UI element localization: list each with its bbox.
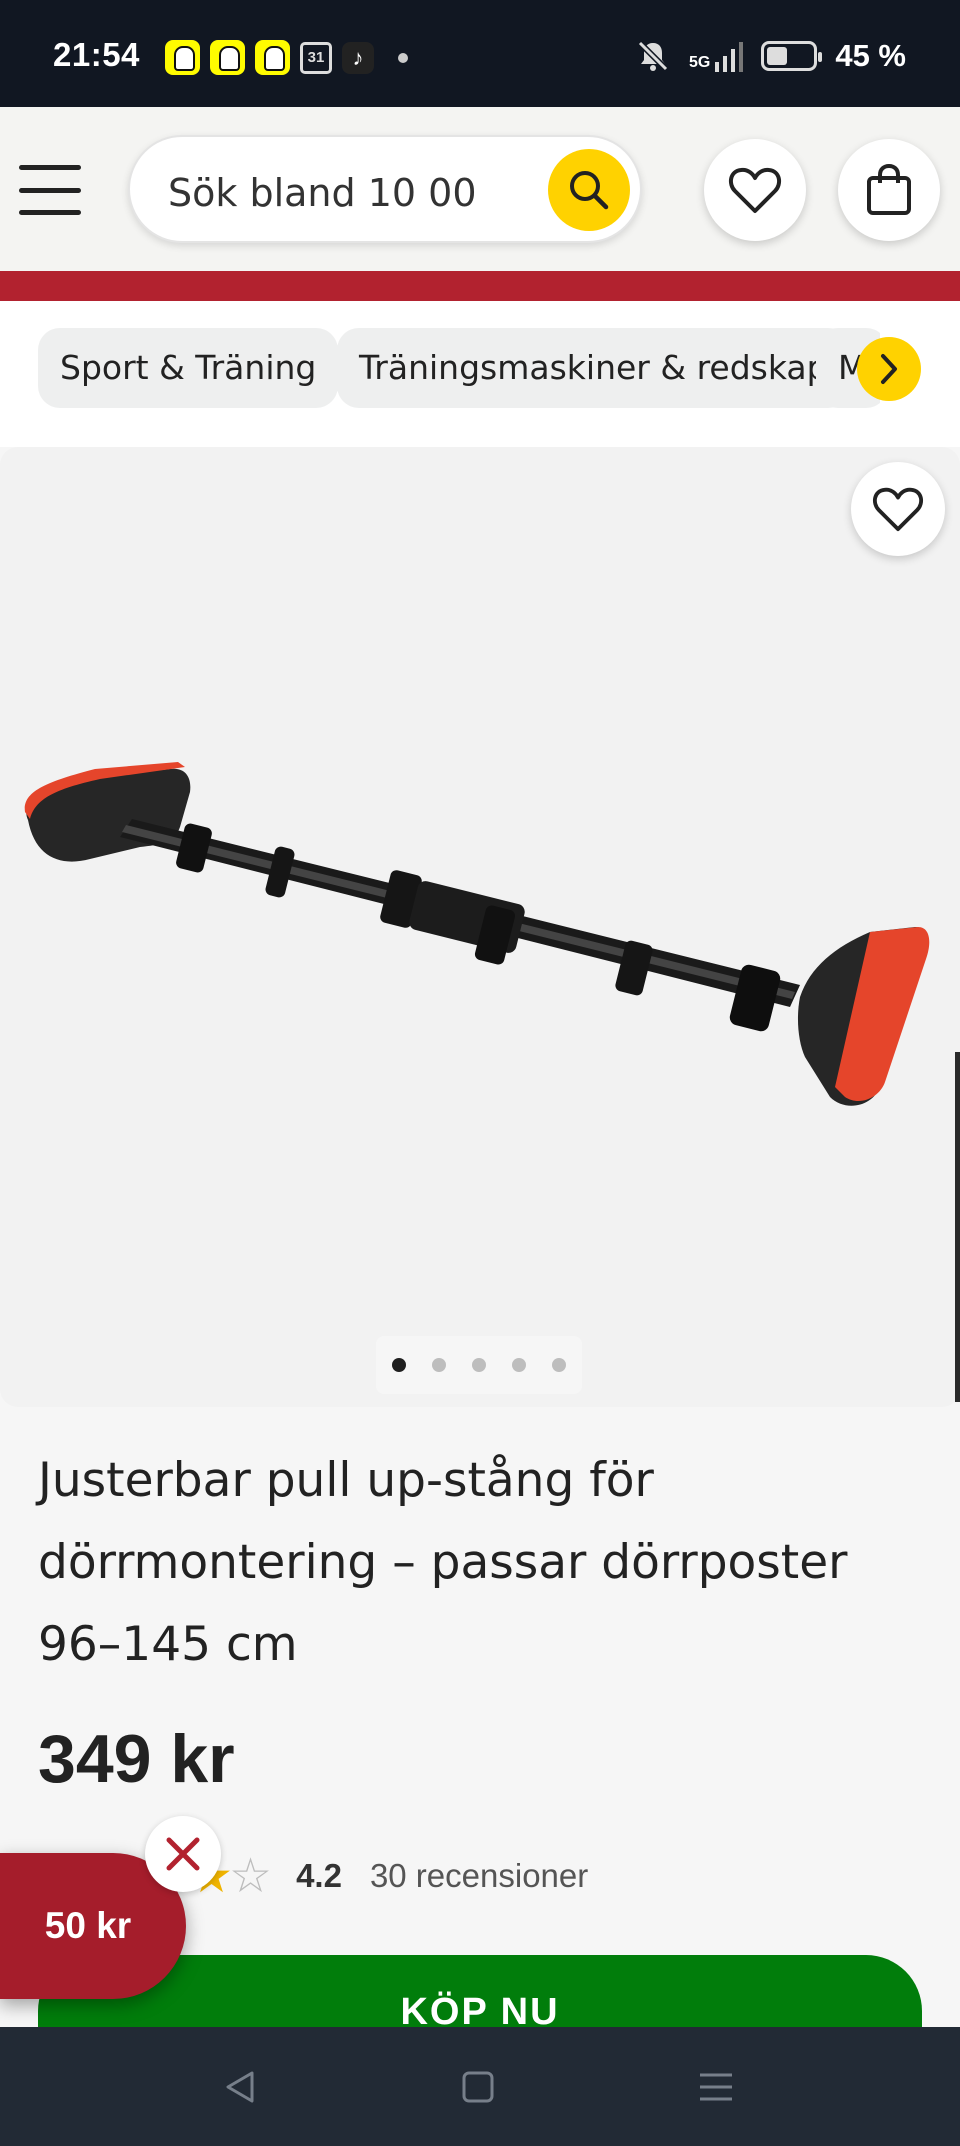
home-icon (462, 2071, 494, 2103)
image-dot-2[interactable] (432, 1358, 446, 1372)
snapchat-icon (255, 40, 290, 75)
snapchat-icon (165, 40, 200, 75)
menu-icon[interactable] (19, 165, 81, 215)
nav-home-button[interactable] (448, 2057, 508, 2117)
mute-icon (637, 40, 669, 72)
nav-back-button[interactable] (210, 2057, 270, 2117)
promo-close-button[interactable] (145, 1816, 221, 1892)
system-navigation-bar (0, 2027, 960, 2146)
search-icon (570, 171, 609, 210)
categories-next-button[interactable] (857, 337, 921, 401)
category-chip-training-machines[interactable]: Träningsmaskiner & redskap (337, 328, 850, 408)
search-input[interactable]: Sök bland 10 00 (128, 135, 642, 243)
status-bar: 21:54 31 ♪ 5G 45 % (0, 0, 960, 107)
image-pagination[interactable] (376, 1336, 582, 1394)
rating[interactable]: ★☆ 4.2 30 recensioner (190, 1848, 588, 1904)
category-chip-sport[interactable]: Sport & Träning (38, 328, 339, 408)
heart-icon (872, 487, 924, 532)
more-notifications-icon (398, 52, 408, 63)
pull-up-bar-image (24, 762, 930, 1106)
bag-icon (867, 163, 911, 215)
product-title: Justerbar pull up-stång för dörrmonterin… (38, 1453, 848, 1672)
network-type: 5G (688, 54, 711, 71)
tiktok-icon: ♪ (342, 41, 374, 74)
battery-icon (761, 41, 823, 71)
menu-icon (700, 2073, 732, 2101)
image-dot-4[interactable] (512, 1358, 526, 1372)
heart-icon (728, 167, 782, 213)
image-dot-1[interactable] (392, 1358, 406, 1372)
image-wishlist-button[interactable] (851, 462, 945, 556)
status-time: 21:54 (53, 36, 140, 73)
system-icons: 5G 45 % (635, 38, 906, 74)
brand-strip (0, 271, 960, 301)
wishlist-button[interactable] (704, 139, 806, 241)
search-button[interactable] (548, 149, 630, 231)
category-breadcrumbs: Sport & Träning Träningsmaskiner & redsk… (0, 301, 960, 447)
signal-icon: 5G (688, 40, 744, 72)
cart-button[interactable] (838, 139, 940, 241)
search-placeholder: Sök bland 10 00 (168, 171, 477, 215)
chevron-right-icon (881, 354, 897, 384)
nav-menu-button[interactable] (686, 2057, 746, 2117)
product-image-gallery[interactable] (0, 447, 960, 1407)
product-price: 349 kr (38, 1721, 235, 1797)
image-dot-5[interactable] (552, 1358, 566, 1372)
review-count[interactable]: 30 recensioner (370, 1857, 588, 1895)
notification-icons: 31 ♪ (165, 40, 408, 75)
back-icon (226, 2071, 254, 2103)
close-icon (166, 1837, 200, 1871)
calendar-icon: 31 (300, 41, 332, 74)
image-dot-3[interactable] (472, 1358, 486, 1372)
battery-level: 45 % (835, 38, 906, 73)
snapchat-icon (210, 40, 245, 75)
rating-value: 4.2 (296, 1857, 342, 1894)
scroll-edge (955, 1052, 960, 1402)
header: Sök bland 10 00 (0, 107, 960, 271)
